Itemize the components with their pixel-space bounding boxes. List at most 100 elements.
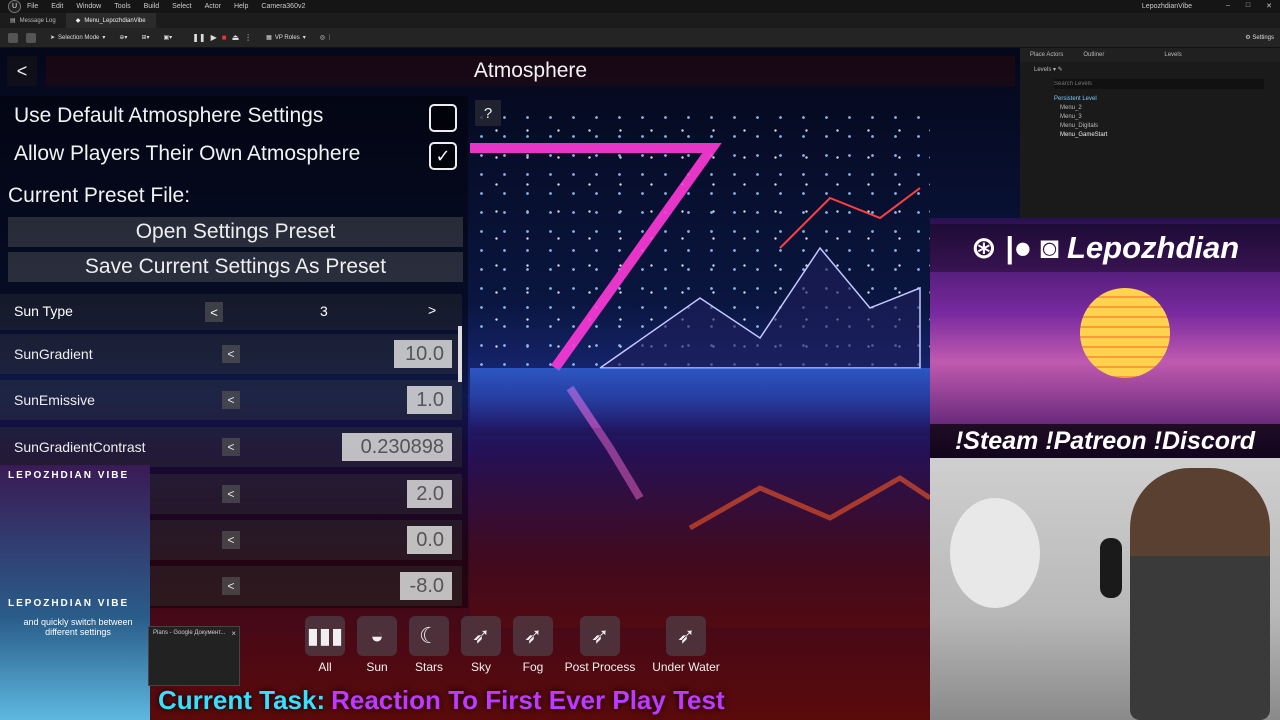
category-all-button[interactable]: ▮▮▮ All [300, 616, 350, 676]
minimize-icon[interactable]: – [1226, 2, 1230, 10]
settings-button[interactable]: ⚙ Settings [1245, 34, 1274, 41]
help-button[interactable]: ? [475, 100, 501, 126]
allow-players-checkbox[interactable]: ✓ [429, 142, 457, 170]
property-value-input[interactable]: 0.230898 [342, 433, 452, 461]
cinematics-button[interactable]: ▣▾ [164, 34, 173, 41]
menu-tools[interactable]: Tools [114, 3, 130, 10]
sun-type-label: Sun Type [14, 303, 73, 319]
content-icon[interactable] [26, 32, 36, 43]
decrease-button[interactable]: < [222, 577, 240, 595]
category-post-process-button[interactable]: ➶ Post Process [560, 616, 640, 676]
source-control-icon: ◎ ⋮ [319, 35, 333, 41]
back-button[interactable]: < [7, 56, 37, 86]
menu-window[interactable]: Window [76, 3, 101, 10]
brush-icon[interactable]: ✎ [1058, 67, 1063, 73]
step-icon[interactable]: ▶ [211, 33, 217, 42]
log-icon: ▤ [10, 18, 16, 24]
level-item[interactable]: Menu_Digitals [1060, 123, 1098, 129]
overlay-logo-text: LEPOZHDIAN VIBE [8, 470, 130, 481]
save-icon[interactable] [8, 32, 18, 43]
property-value-input[interactable]: 1.0 [407, 386, 452, 414]
menu-edit[interactable]: Edit [51, 3, 63, 10]
red-mountain [779, 187, 921, 249]
category-label: Fog [522, 660, 544, 674]
selection-mode-button[interactable]: ➤ Selection Mode ▾ [50, 34, 105, 42]
sun-emissive-row: SunEmissive < 1.0 [0, 380, 462, 420]
category-fog-button[interactable]: ➶ Fog [508, 616, 558, 676]
category-stars-button[interactable]: ☾ Stars [404, 616, 454, 676]
bird-icon: ➶ [513, 616, 553, 656]
more-icon[interactable]: ⋮ [244, 33, 252, 42]
taskbar-preview-popup[interactable]: Plans - Google Документ... × [148, 626, 240, 686]
tab-outliner[interactable]: Outliner [1083, 52, 1104, 58]
sun-type-next-button[interactable]: > [428, 302, 436, 318]
patreon-icon: |● [1004, 230, 1033, 265]
settings-label: Settings [1252, 35, 1274, 41]
property-value-input[interactable]: -8.0 [400, 572, 452, 600]
close-icon[interactable]: ✕ [1266, 2, 1272, 10]
close-icon[interactable]: × [231, 629, 236, 638]
eject-icon[interactable]: ⏏ [232, 33, 240, 42]
overlay-logo-text: LEPOZHDIAN VIBE [8, 598, 130, 609]
category-under-water-button[interactable]: ➶ Under Water [646, 616, 726, 676]
selection-mode-label: Selection Mode [58, 34, 100, 41]
editor-toolbar: ➤ Selection Mode ▾ ⊕▾ ⊞▾ ▣▾ ❚❚ ▶ ■ ⏏ ⋮ ▦… [0, 28, 1280, 48]
level-item[interactable]: Menu_2 [1060, 105, 1082, 111]
menu-build[interactable]: Build [144, 3, 160, 10]
property-value-input[interactable]: 0.0 [407, 526, 452, 554]
property-value-input[interactable]: 2.0 [407, 480, 452, 508]
level-item[interactable]: Menu_3 [1060, 114, 1082, 120]
streamer-image [1130, 468, 1270, 720]
menu-select[interactable]: Select [172, 3, 191, 10]
game-viewport[interactable]: < Atmosphere ? Use Default Atmosphere Se… [0, 48, 1020, 720]
decrease-button[interactable]: < [222, 438, 240, 456]
decrease-button[interactable]: < [222, 391, 240, 409]
tab-menu-level[interactable]: ◆ Menu_LepozhdianVibe [65, 13, 156, 28]
menu-camera360[interactable]: Camera360v2 [261, 3, 305, 10]
decrease-button[interactable]: < [222, 345, 240, 363]
sun-type-prev-button[interactable]: < [205, 302, 223, 322]
open-settings-preset-button[interactable]: Open Settings Preset [8, 217, 463, 247]
bird-icon: ➶ [461, 616, 501, 656]
use-default-checkbox[interactable] [429, 104, 457, 132]
sun-icon: ◒ [357, 616, 397, 656]
overlay-tagline: and quickly switch between different set… [23, 617, 133, 637]
menu-actor[interactable]: Actor [205, 3, 221, 10]
levels-dropdown[interactable]: Levels ▾ ✎ [1034, 66, 1063, 73]
tab-message-log[interactable]: ▤ Message Log [0, 13, 66, 28]
settings-scrollbar[interactable] [458, 326, 462, 382]
bird-icon: ➶ [580, 616, 620, 656]
source-control-button[interactable]: ◎ ⋮ [320, 34, 333, 41]
category-label: Post Process [564, 660, 636, 674]
blueprint-button[interactable]: ⊞▾ [141, 34, 149, 41]
pause-icon[interactable]: ❚❚ [192, 33, 205, 42]
screen: U File Edit Window Tools Build Select Ac… [0, 0, 1280, 720]
category-sky-button[interactable]: ➶ Sky [456, 616, 506, 676]
vp-icon: ▦ [266, 35, 272, 41]
stop-icon[interactable]: ■ [222, 33, 227, 42]
tab-label: Message Log [19, 17, 56, 24]
menu-help[interactable]: Help [234, 3, 248, 10]
tab-place-actors[interactable]: Place Actors [1030, 52, 1063, 58]
use-default-label: Use Default Atmosphere Settings [14, 104, 324, 127]
level-item[interactable]: Persistent Level [1054, 96, 1097, 102]
search-levels-input[interactable] [1054, 79, 1264, 89]
decrease-button[interactable]: < [222, 531, 240, 549]
menu-file[interactable]: File [27, 3, 38, 10]
property-label: SunGradient [14, 346, 93, 362]
maximize-icon[interactable]: □ [1246, 2, 1250, 10]
chevron-down-icon: ▾ [302, 35, 306, 41]
unreal-logo-icon: U [8, 0, 21, 13]
sun-type-value: 3 [320, 303, 328, 319]
microphone-image [1100, 538, 1122, 598]
level-item[interactable]: Menu_GameStart [1060, 132, 1107, 138]
tab-levels[interactable]: Levels [1164, 52, 1181, 58]
property-value-input[interactable]: 10.0 [394, 340, 452, 368]
vp-roles-button[interactable]: ▦ VP Roles ▾ [266, 34, 306, 42]
category-sun-button[interactable]: ◒ Sun [352, 616, 402, 676]
add-actor-button[interactable]: ⊕▾ [119, 34, 127, 41]
decrease-button[interactable]: < [222, 485, 240, 503]
save-settings-preset-button[interactable]: Save Current Settings As Preset [8, 252, 463, 282]
notif-title: Plans - Google Документ... [153, 630, 226, 636]
blueprint-icon: ⊞▾ [141, 35, 150, 41]
